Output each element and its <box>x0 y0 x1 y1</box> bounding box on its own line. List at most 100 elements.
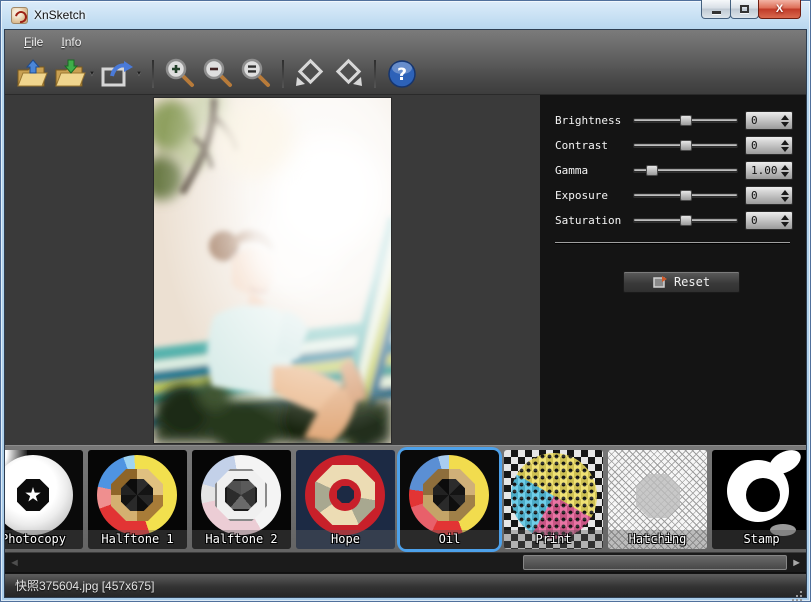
image-canvas[interactable] <box>5 95 540 445</box>
help-icon: ? <box>386 58 418 90</box>
exposure-label: Exposure <box>555 189 631 202</box>
reset-icon <box>653 275 668 289</box>
scroll-right-arrow-icon[interactable]: ► <box>791 557 802 569</box>
minimize-icon <box>712 11 721 14</box>
contrast-label: Contrast <box>555 139 631 152</box>
spinner-arrows[interactable] <box>779 215 792 227</box>
filter-thumb-hatching[interactable]: Hatching <box>608 450 707 549</box>
spin-up-icon <box>781 190 789 195</box>
filter-thumb-oil[interactable]: Oil <box>400 450 499 549</box>
filter-label: Oil <box>400 530 499 549</box>
lens-core <box>121 479 153 511</box>
export-dropdown-caret[interactable]: ▼ <box>136 71 145 77</box>
spinner-arrows[interactable] <box>779 190 792 202</box>
app-window: XnSketch X File Info <box>0 0 811 602</box>
filter-label: Hope <box>296 530 395 549</box>
brightness-slider-handle[interactable] <box>680 115 692 126</box>
contrast-slider[interactable] <box>633 139 738 152</box>
rotate-right-icon <box>331 57 365 91</box>
brightness-slider[interactable] <box>633 114 738 127</box>
filter-label: Print <box>504 530 603 549</box>
adjustment-row-contrast: Contrast 0 <box>555 133 793 158</box>
title-bar[interactable]: XnSketch X <box>4 1 807 29</box>
scrollbar-thumb[interactable] <box>523 555 787 570</box>
gamma-slider[interactable] <box>633 164 738 177</box>
reset-button[interactable]: Reset <box>623 271 740 293</box>
saturation-slider[interactable] <box>633 214 738 227</box>
saturation-value: 0 <box>746 214 779 227</box>
resize-grip[interactable] <box>800 591 802 593</box>
spin-down-icon <box>781 122 789 127</box>
rotate-right-button[interactable] <box>329 56 367 92</box>
filter-thumb-stamp[interactable]: Stamp <box>712 450 806 549</box>
export-button[interactable] <box>98 56 136 92</box>
menu-file-rest: ile <box>31 35 43 49</box>
save-button[interactable] <box>51 56 89 92</box>
toolbar-separator <box>152 60 154 88</box>
filter-thumb-hope[interactable]: Hope <box>296 450 395 549</box>
contrast-spinbox[interactable]: 0 <box>745 136 793 155</box>
filter-art: Halftone 2 <box>192 450 291 549</box>
spinner-arrows[interactable] <box>779 140 792 152</box>
spinner-arrows[interactable] <box>779 115 792 127</box>
folder-open-icon <box>14 58 50 90</box>
window-controls: X <box>702 0 801 19</box>
zoom-fit-button[interactable] <box>237 56 275 92</box>
spin-down-icon <box>781 172 789 177</box>
filter-art: Stamp <box>712 450 806 549</box>
save-dropdown-caret[interactable]: ▼ <box>89 71 98 77</box>
status-bar: 快照375604.jpg [457x675] <box>5 573 806 597</box>
contrast-slider-handle[interactable] <box>680 140 692 151</box>
filter-thumb-halftone2[interactable]: Halftone 2 <box>192 450 291 549</box>
filter-thumb-halftone1[interactable]: Halftone 1 <box>88 450 187 549</box>
zoom-in-button[interactable] <box>161 56 199 92</box>
svg-text:?: ? <box>397 65 407 85</box>
menu-file[interactable]: File <box>15 32 52 52</box>
lens-core <box>636 474 680 518</box>
filter-art: Hope <box>296 450 395 549</box>
brightness-value: 0 <box>746 114 779 127</box>
saturation-label: Saturation <box>555 214 631 227</box>
filter-art: Hatching <box>608 450 707 549</box>
lens-graphic <box>511 453 597 539</box>
stamp-cutout <box>746 478 780 512</box>
gamma-spinbox[interactable]: 1.00 <box>745 161 793 180</box>
spin-down-icon <box>781 147 789 152</box>
rotate-left-icon <box>293 57 327 91</box>
open-button[interactable] <box>13 56 51 92</box>
spin-up-icon <box>781 115 789 120</box>
brightness-spinbox[interactable]: 0 <box>745 111 793 130</box>
export-icon <box>100 59 134 89</box>
minimize-button[interactable] <box>701 0 731 19</box>
spin-up-icon <box>781 215 789 220</box>
help-button[interactable]: ? <box>383 56 421 92</box>
menu-info[interactable]: Info <box>52 32 90 52</box>
scroll-left-arrow-icon[interactable]: ◄ <box>9 557 20 569</box>
exposure-slider[interactable] <box>633 189 738 202</box>
spin-down-icon <box>781 222 789 227</box>
filter-label: Halftone 1 <box>88 530 187 549</box>
filmstrip-scrollbar[interactable]: ◄ ► <box>5 552 806 573</box>
status-filename: 快照375604.jpg [457x675] <box>15 577 154 594</box>
toolbar: ▼ ▼ <box>5 54 806 94</box>
saturation-spinbox[interactable]: 0 <box>745 211 793 230</box>
saturation-slider-handle[interactable] <box>680 215 692 226</box>
rotate-left-button[interactable] <box>291 56 329 92</box>
lens-core <box>433 479 465 511</box>
folder-save-icon <box>52 58 88 90</box>
window-title: XnSketch <box>34 8 85 22</box>
maximize-button[interactable] <box>730 0 759 19</box>
brightness-label: Brightness <box>555 114 631 127</box>
filter-thumb-photocopy[interactable]: Photocopy <box>5 450 83 549</box>
close-button[interactable]: X <box>758 0 801 19</box>
gamma-slider-handle[interactable] <box>646 165 658 176</box>
zoom-out-button[interactable] <box>199 56 237 92</box>
filter-thumb-print[interactable]: Print <box>504 450 603 549</box>
close-icon: X <box>776 3 783 15</box>
spinner-arrows[interactable] <box>779 165 792 177</box>
spin-down-icon <box>781 197 789 202</box>
maximize-icon <box>740 5 749 13</box>
exposure-spinbox[interactable]: 0 <box>745 186 793 205</box>
exposure-slider-handle[interactable] <box>680 190 692 201</box>
zoom-out-icon <box>201 57 235 91</box>
